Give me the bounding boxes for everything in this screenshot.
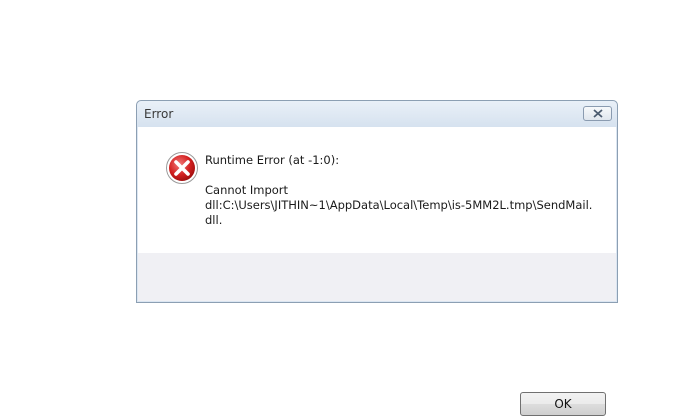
ok-button[interactable]: OK: [520, 392, 606, 416]
dialog-body: Runtime Error (at -1:0): Cannot Import d…: [138, 127, 616, 416]
error-icon: [166, 152, 198, 184]
message-heading: Runtime Error (at -1:0):: [205, 153, 340, 167]
message-area: Runtime Error (at -1:0): Cannot Import d…: [138, 127, 616, 253]
error-message: Runtime Error (at -1:0): Cannot Import d…: [205, 153, 595, 228]
close-icon: [592, 109, 603, 118]
message-line: Cannot Import: [205, 183, 289, 197]
button-bar: OK: [138, 253, 616, 416]
dialog-title: Error: [144, 107, 174, 121]
message-line: dll.: [205, 213, 223, 227]
message-spacer: [205, 168, 595, 183]
error-dialog: Error Runtime Error (at -1:0): Cannot Im…: [136, 100, 618, 416]
close-button[interactable]: [583, 106, 612, 121]
title-bar[interactable]: Error: [137, 101, 617, 127]
message-line: dll:C:\Users\JITHIN~1\AppData\Local\Temp…: [205, 198, 593, 212]
